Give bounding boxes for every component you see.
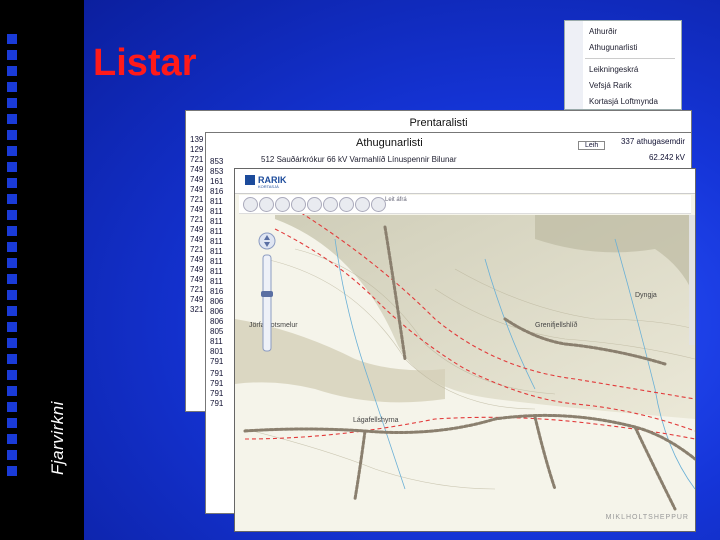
svg-text:KORTASJÁ: KORTASJÁ: [258, 184, 279, 189]
power-value: 62.242 kV: [648, 153, 685, 162]
map-scrollbar[interactable]: [689, 215, 695, 345]
watch-list-title: Athugunarlisti: [356, 137, 423, 149]
hand-pan-icon[interactable]: [275, 197, 290, 212]
layers-icon[interactable]: [323, 197, 338, 212]
context-menu: Athurðir Athugunarlisti Leikningeskrá Ve…: [564, 20, 682, 110]
ruler-icon[interactable]: [307, 197, 322, 212]
map-label-4: Dyngja: [635, 292, 657, 299]
menu-item-kortasja[interactable]: Kortasjá Loftmynda: [589, 97, 658, 106]
menu-item-athurdir[interactable]: Athurðir: [589, 27, 617, 36]
list-item[interactable]: 806: [210, 307, 228, 317]
list-item[interactable]: 791: [210, 357, 228, 367]
home-icon[interactable]: [355, 197, 370, 212]
menu-item-leikningeskra[interactable]: Leikningeskrá: [589, 65, 638, 74]
map-toolbar: [239, 195, 691, 214]
slide-title: Listar: [93, 42, 197, 84]
search-icon[interactable]: [371, 197, 386, 212]
list-item[interactable]: 806: [210, 297, 228, 307]
zoom-slider[interactable]: [257, 231, 277, 361]
list-item[interactable]: 811: [210, 277, 228, 287]
map-window: Jörfabrotsmelur Lágafellshyrna Grenifjel…: [234, 168, 696, 532]
list-item[interactable]: 791: [210, 389, 226, 399]
list-item[interactable]: 811: [210, 247, 228, 257]
list-item[interactable]: 853: [210, 167, 228, 177]
list-item[interactable]: 791: [210, 369, 226, 379]
list-item[interactable]: 801: [210, 347, 228, 357]
list-item[interactable]: 791: [210, 399, 226, 409]
rarik-logo: RARIK KORTASJÁ: [245, 175, 287, 189]
list-item[interactable]: 161: [210, 177, 228, 187]
map-credit: MIKLHOLTSHEPPUR: [605, 514, 689, 521]
list-item[interactable]: 811: [210, 257, 228, 267]
decorative-squares: [4, 34, 22, 482]
side-label: Fjarvirkni: [48, 401, 67, 475]
zoom-in-icon[interactable]: [243, 197, 258, 212]
map-label-3: Grenifjellshlíð: [535, 321, 578, 329]
map-canvas[interactable]: Jörfabrotsmelur Lágafellshyrna Grenifjel…: [235, 169, 695, 531]
list-item[interactable]: 816: [210, 287, 228, 297]
print-icon[interactable]: [339, 197, 354, 212]
menu-separator: [585, 58, 675, 59]
list-item[interactable]: 816: [210, 187, 228, 197]
list-item[interactable]: 805: [210, 327, 228, 337]
print-list-title: Prentaralisti: [409, 117, 468, 129]
menu-item-vefsja-rarik[interactable]: Vefsjá Rarik: [589, 81, 632, 90]
zoom-out-icon[interactable]: [259, 197, 274, 212]
list-item[interactable]: 811: [210, 337, 228, 347]
list-item[interactable]: 811: [210, 207, 228, 217]
globe-icon[interactable]: [291, 197, 306, 212]
menu-icon-strip: [565, 21, 583, 109]
list-item[interactable]: 806: [210, 317, 228, 327]
leih-button[interactable]: Leih: [578, 141, 606, 150]
list-item[interactable]: 791: [210, 379, 226, 389]
list-item[interactable]: 811: [210, 267, 228, 277]
list-item[interactable]: 811: [210, 237, 228, 247]
list-item[interactable]: 811: [210, 227, 228, 237]
watch-list-codes-lower: 791 791 791 791: [210, 369, 226, 409]
list-item[interactable]: 853: [210, 157, 228, 167]
map-label-2: Lágafellshyrna: [353, 417, 399, 424]
menu-item-athugunarlisti[interactable]: Athugunarlisti: [589, 43, 637, 52]
list-item[interactable]: 811: [210, 217, 228, 227]
list-item[interactable]: 811: [210, 197, 228, 207]
map-header: RARIK KORTASJÁ: [235, 169, 695, 194]
comment-count: 337 athugasemdir: [620, 137, 685, 146]
watch-list-codes: 853 853 161 816 811 811 811 811 811 811 …: [210, 157, 228, 367]
search-input[interactable]: Leit áfrá: [385, 197, 407, 203]
table-row[interactable]: 512 Sauðárkrókur 66 kV Varmahlíð Línuspe…: [261, 155, 457, 164]
